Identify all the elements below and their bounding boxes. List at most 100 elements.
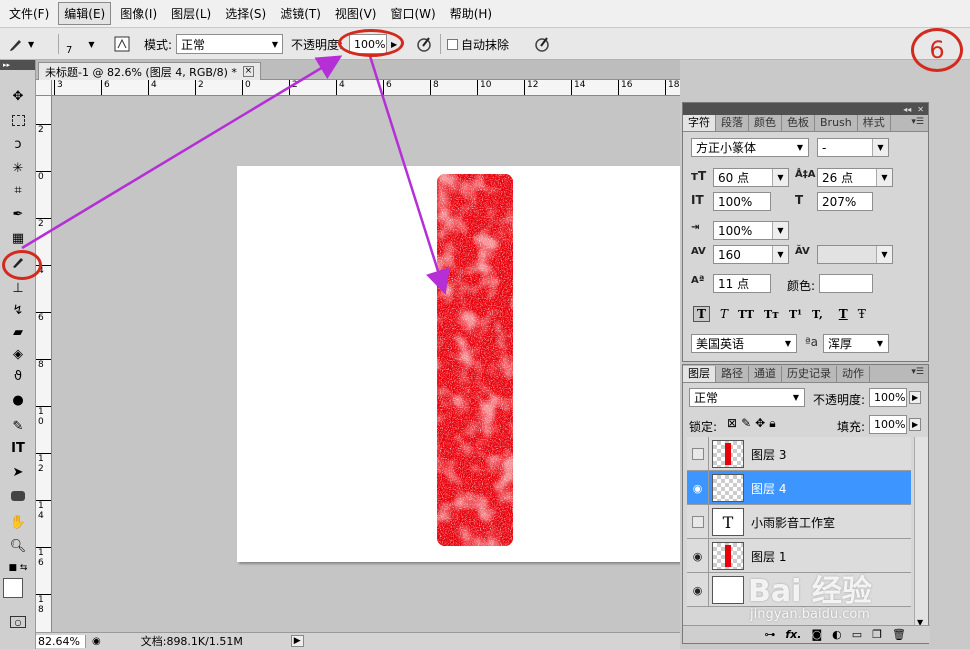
- menu-file[interactable]: 文件(F): [4, 3, 54, 24]
- tab-character[interactable]: 字符: [683, 115, 716, 131]
- language-select[interactable]: 美国英语 ▼: [691, 334, 797, 353]
- eye-icon[interactable]: ◉: [687, 471, 709, 505]
- vertical-ruler[interactable]: 2024681 01 21 41 61 8: [36, 96, 52, 632]
- magic-wand-tool[interactable]: ✳: [7, 158, 29, 178]
- link-icon[interactable]: ⊶: [764, 628, 775, 641]
- lock-all-icon[interactable]: 🔒︎: [769, 416, 779, 430]
- mode-select[interactable]: 正常 ▼: [176, 34, 283, 54]
- tablet-pressure-opacity-button[interactable]: [414, 28, 434, 60]
- path-selection-tool[interactable]: ➤: [7, 462, 29, 482]
- zoom-level-input[interactable]: 82.64%: [36, 634, 86, 648]
- close-icon[interactable]: ✕: [917, 105, 924, 114]
- new-layer-icon[interactable]: ❐: [872, 628, 882, 641]
- menu-select[interactable]: 选择(S): [220, 3, 271, 24]
- lasso-tool[interactable]: ↄ: [7, 134, 29, 154]
- document-canvas[interactable]: [237, 166, 680, 562]
- panel-menu-icon[interactable]: ▾☰: [911, 367, 924, 377]
- default-colors-toggle[interactable]: ■ ⇆: [3, 558, 33, 578]
- lock-pixels-icon[interactable]: ✎: [741, 416, 755, 430]
- tab-channels[interactable]: 通道: [749, 366, 782, 382]
- auto-erase-toggle[interactable]: 自动抹除: [447, 28, 509, 60]
- history-brush-tool[interactable]: ↯: [7, 300, 29, 320]
- panel-collapse-handle[interactable]: ▸▸: [0, 60, 35, 70]
- layer-list-scrollbar[interactable]: ▼: [914, 437, 928, 627]
- font-style-select[interactable]: - ▼: [817, 138, 889, 157]
- font-family-select[interactable]: 方正小篆体 ▼: [691, 138, 809, 157]
- chevron-right-icon[interactable]: ▶: [909, 418, 922, 431]
- crop-tool[interactable]: ⌗: [7, 180, 29, 200]
- layer-opacity-input[interactable]: 100%: [869, 388, 907, 407]
- text-color-swatch[interactable]: [819, 274, 873, 293]
- tab-layers[interactable]: 图层: [683, 366, 716, 382]
- dodge-tool[interactable]: ●: [7, 390, 29, 410]
- horizontal-scale-input[interactable]: 207%: [817, 192, 873, 211]
- pen-tool[interactable]: ✎: [7, 416, 29, 436]
- tracking-input[interactable]: 160 ▼: [713, 245, 789, 264]
- leading-input[interactable]: 26 点 ▼: [817, 168, 893, 187]
- fx-icon[interactable]: fx.: [785, 628, 801, 641]
- status-menu-arrow-icon[interactable]: ▶: [290, 635, 304, 647]
- visibility-toggle[interactable]: [687, 505, 709, 539]
- canvas-area[interactable]: [52, 96, 680, 632]
- move-tool[interactable]: ✥: [7, 86, 29, 106]
- tab-styles[interactable]: 样式: [858, 115, 891, 131]
- layer-row[interactable]: ◉ 图层 4: [687, 471, 911, 505]
- eraser-tool[interactable]: ▰: [7, 322, 29, 342]
- foreground-color-swatch[interactable]: [3, 578, 23, 598]
- menu-window[interactable]: 窗口(W): [385, 3, 440, 24]
- adjustment-icon[interactable]: ◐: [832, 628, 842, 641]
- menu-filter[interactable]: 滤镜(T): [275, 3, 326, 24]
- menu-layer[interactable]: 图层(L): [166, 3, 216, 24]
- marquee-tool[interactable]: [7, 110, 29, 130]
- lock-transparent-icon[interactable]: ⊠: [727, 416, 741, 430]
- font-size-input[interactable]: 60 点 ▼: [713, 168, 789, 187]
- paint-bucket-tool[interactable]: ◈: [7, 344, 29, 364]
- menu-image[interactable]: 图像(I): [115, 3, 162, 24]
- panel-menu-icon[interactable]: ▾☰: [911, 117, 924, 127]
- mask-icon[interactable]: ◙: [811, 628, 822, 641]
- horizontal-ruler[interactable]: 36420246810121416182022242628: [52, 80, 680, 96]
- blur-tool[interactable]: ϑ: [7, 366, 29, 386]
- eye-icon[interactable]: ◉: [687, 573, 709, 607]
- layer-row[interactable]: 图层 3: [687, 437, 911, 471]
- small-caps-button[interactable]: Tт: [764, 308, 779, 321]
- group-icon[interactable]: ▭: [852, 628, 862, 641]
- tab-brush[interactable]: Brush: [815, 115, 858, 131]
- eye-icon[interactable]: ◉: [687, 539, 709, 573]
- faux-bold-button[interactable]: T: [693, 306, 710, 322]
- tab-swatches[interactable]: 色板: [782, 115, 815, 131]
- hand-tool[interactable]: ✋: [7, 512, 29, 532]
- all-caps-button[interactable]: TT: [738, 308, 754, 321]
- ruler-origin[interactable]: [36, 80, 52, 96]
- tab-history[interactable]: 历史记录: [782, 366, 837, 382]
- blend-mode-select[interactable]: 正常 ▼: [689, 388, 805, 407]
- vertical-scale-input[interactable]: 100%: [713, 192, 771, 211]
- tool-preset-picker[interactable]: ▼: [6, 28, 34, 60]
- eyedropper-tool[interactable]: ✒: [7, 204, 29, 224]
- spot-healing-tool[interactable]: ▦: [7, 228, 29, 248]
- zoom-tool[interactable]: 🔍︎: [7, 536, 29, 556]
- chevron-right-icon[interactable]: ▶: [909, 391, 922, 404]
- strikethrough-button[interactable]: Ŧ: [858, 307, 866, 321]
- quick-mask-toggle[interactable]: ○: [7, 612, 29, 632]
- collapse-icon[interactable]: ◂◂: [903, 105, 911, 114]
- antialias-select[interactable]: 浑厚 ▼: [823, 334, 889, 353]
- tsume-input[interactable]: 100% ▼: [713, 221, 789, 240]
- tab-paragraph[interactable]: 段落: [716, 115, 749, 131]
- tab-paths[interactable]: 路径: [716, 366, 749, 382]
- menu-help[interactable]: 帮助(H): [445, 3, 497, 24]
- type-tool[interactable]: IT: [7, 438, 29, 458]
- baseline-shift-input[interactable]: 11 点: [713, 274, 771, 293]
- close-icon[interactable]: ×: [242, 66, 254, 77]
- menu-view[interactable]: 视图(V): [330, 3, 382, 24]
- visibility-toggle[interactable]: [687, 437, 709, 471]
- tablet-pressure-size-button[interactable]: [532, 28, 552, 60]
- document-tab[interactable]: 未标题-1 @ 82.6% (图层 4, RGB/8) * ×: [38, 62, 261, 80]
- lock-position-icon[interactable]: ✥: [755, 416, 769, 430]
- auto-erase-checkbox[interactable]: [447, 38, 458, 50]
- brush-picker[interactable]: 7 ▼: [66, 28, 95, 60]
- tab-actions[interactable]: 动作: [837, 366, 870, 382]
- clone-stamp-tool[interactable]: ⊥: [7, 278, 29, 298]
- underline-button[interactable]: T: [839, 307, 848, 321]
- superscript-button[interactable]: T¹: [789, 308, 802, 321]
